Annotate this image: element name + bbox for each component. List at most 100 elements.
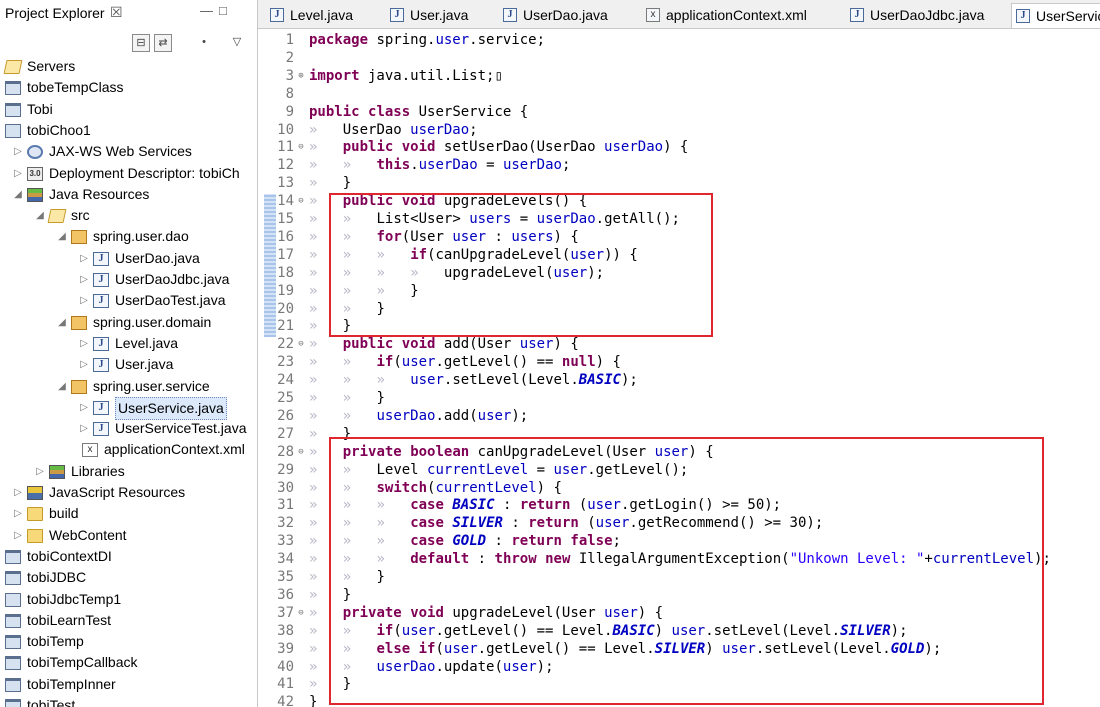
tree-item[interactable]: x applicationContext.xml [0, 439, 257, 460]
collapse-fold-icon[interactable]: ⊖ [295, 604, 307, 622]
tree-item[interactable]: ▷ J Level.java [0, 333, 257, 354]
code-line[interactable]: 12 » » this.userDao = userDao; [258, 156, 1100, 174]
tree-item[interactable]: ◢ spring.user.service [0, 376, 257, 397]
tree-item[interactable]: tobiLearnTest [0, 610, 257, 631]
tree-item[interactable]: ▷ J UserDao.java [0, 248, 257, 269]
tree-item[interactable]: tobeTempClass [0, 77, 257, 98]
tree-item[interactable]: ▷ JavaScript Resources [0, 482, 257, 503]
code-line[interactable]: 37 ⊖» private void upgradeLevel(User user… [258, 604, 1100, 622]
code-line[interactable]: 2 [258, 49, 1100, 67]
collapse-fold-icon[interactable]: ⊖ [295, 192, 307, 210]
collapse-arrow-icon[interactable]: ◢ [57, 376, 67, 397]
collapse-fold-icon[interactable]: ⊖ [295, 443, 307, 461]
code-line[interactable]: 10 » UserDao userDao; [258, 121, 1100, 139]
editor-tab[interactable]: J UserDaoJdbc.java [850, 3, 995, 28]
tree-item[interactable]: ◢ Java Resources [0, 184, 257, 205]
code-line[interactable]: 35 » » } [258, 568, 1100, 586]
tree-item[interactable]: ◢ src [0, 205, 257, 226]
editor-tab[interactable]: J UserServic [1011, 3, 1100, 28]
expand-arrow-icon[interactable]: ▷ [13, 503, 23, 524]
expand-arrow-icon[interactable]: ▷ [13, 482, 23, 503]
collapse-arrow-icon[interactable]: ◢ [57, 312, 67, 333]
code-editor[interactable]: 1 package spring.user.service; 2 3 ⊕ import j… [258, 31, 1100, 707]
editor-tab[interactable]: J User.java [390, 3, 485, 28]
code-line[interactable]: 42} [258, 693, 1100, 707]
collapse-fold-icon[interactable]: ⊖ [295, 138, 307, 156]
tree-item[interactable]: tobiChoo1 [0, 120, 257, 141]
tree-item[interactable]: tobiTempCallback [0, 652, 257, 673]
collapse-arrow-icon[interactable]: ◢ [57, 226, 67, 247]
code-line[interactable]: 28 ⊖» private boolean canUpgradeLevel(Use… [258, 443, 1100, 461]
code-line[interactable]: 29 » » Level currentLevel = user.getLevel… [258, 461, 1100, 479]
code-line[interactable]: 19 » » » } [258, 282, 1100, 300]
expand-arrow-icon[interactable]: ▷ [79, 354, 89, 375]
code-line[interactable]: 26 » » userDao.add(user); [258, 407, 1100, 425]
editor-tab[interactable]: J Level.java [270, 3, 370, 28]
tree-item[interactable]: tobiTempInner [0, 674, 257, 695]
code-line[interactable]: 21 » } [258, 317, 1100, 335]
expand-arrow-icon[interactable]: ▷ [79, 333, 89, 354]
code-line[interactable]: 8 [258, 85, 1100, 103]
tree-item[interactable]: ▷ build [0, 503, 257, 524]
code-line[interactable]: 3 ⊕ import java.util.List;▯ [258, 67, 1100, 85]
code-line[interactable]: 27 » } [258, 425, 1100, 443]
code-line[interactable]: 34 » » » default : throw new IllegalArgum… [258, 550, 1100, 568]
code-line[interactable]: 39 » » else if(user.getLevel() == Level.S… [258, 640, 1100, 658]
close-view-icon[interactable]: ☒ [110, 4, 123, 21]
tree-item[interactable]: ◢ spring.user.dao [0, 226, 257, 247]
focus-icon[interactable]: • [195, 34, 213, 52]
code-line[interactable]: 16 » » for(User user : users) { [258, 228, 1100, 246]
code-line[interactable]: 31 » » » case BASIC : return (user.getLog… [258, 496, 1100, 514]
code-line[interactable]: 17 » » » if(canUpgradeLevel(user)) { [258, 246, 1100, 264]
tree-item[interactable]: tobiContextDI [0, 546, 257, 567]
tree-item[interactable]: tobiTemp [0, 631, 257, 652]
code-line[interactable]: 30 » » switch(currentLevel) { [258, 479, 1100, 497]
tree-item[interactable]: tobiTest [0, 695, 257, 707]
tree-item[interactable]: ▷ Libraries [0, 461, 257, 482]
code-line[interactable]: 25 » » } [258, 389, 1100, 407]
tree-item[interactable]: ▷ WebContent [0, 525, 257, 546]
code-line[interactable]: 36 » } [258, 586, 1100, 604]
tree-item[interactable]: Tobi [0, 99, 257, 120]
expand-arrow-icon[interactable]: ▷ [13, 525, 23, 546]
tree-item[interactable]: tobiJDBC [0, 567, 257, 588]
collapse-all-icon[interactable]: ⊟ [132, 34, 150, 52]
tree-item[interactable]: ▷ JAX-WS Web Services [0, 141, 257, 162]
expand-arrow-icon[interactable]: ▷ [13, 141, 23, 162]
tree-item[interactable]: ▷ J User.java [0, 354, 257, 375]
view-menu-icon[interactable]: ▽ [228, 34, 246, 52]
code-line[interactable]: 41 » } [258, 675, 1100, 693]
code-line[interactable]: 33 » » » case GOLD : return false; [258, 532, 1100, 550]
tree-item[interactable]: tobiJdbcTemp1 [0, 589, 257, 610]
collapse-fold-icon[interactable]: ⊖ [295, 335, 307, 353]
expand-arrow-icon[interactable]: ▷ [79, 248, 89, 269]
code-line[interactable]: 20 » » } [258, 300, 1100, 318]
collapse-arrow-icon[interactable]: ◢ [35, 205, 45, 226]
expand-arrow-icon[interactable]: ▷ [35, 461, 45, 482]
tree-item[interactable]: ▷ J UserServiceTest.java [0, 418, 257, 439]
code-line[interactable]: 1 package spring.user.service; [258, 31, 1100, 49]
code-line[interactable]: 40 » » userDao.update(user); [258, 658, 1100, 676]
editor-tab[interactable]: J UserDao.java [503, 3, 628, 28]
expand-arrow-icon[interactable]: ▷ [13, 163, 23, 184]
code-line[interactable]: 32 » » » case SILVER : return (user.getRe… [258, 514, 1100, 532]
tree-item[interactable]: ◢ spring.user.domain [0, 312, 257, 333]
editor-tab[interactable]: x applicationContext.xml [646, 3, 826, 28]
tree-item[interactable]: ▷ 3.0 Deployment Descriptor: tobiCh [0, 163, 257, 184]
code-line[interactable]: 14 ⊖» public void upgradeLevels() { [258, 192, 1100, 210]
expand-arrow-icon[interactable]: ▷ [79, 269, 89, 290]
code-line[interactable]: 13 » } [258, 174, 1100, 192]
expand-arrow-icon[interactable]: ▷ [79, 397, 89, 418]
code-line[interactable]: 38 » » if(user.getLevel() == Level.BASIC)… [258, 622, 1100, 640]
explorer-title[interactable]: Project Explorer [5, 5, 105, 21]
tree-item[interactable]: Servers [0, 56, 257, 77]
collapse-arrow-icon[interactable]: ◢ [13, 184, 23, 205]
code-line[interactable]: 9 public class UserService { [258, 103, 1100, 121]
minimize-maximize-icon[interactable]: —□ [200, 3, 233, 18]
tree-item[interactable]: ▷ J UserDaoJdbc.java [0, 269, 257, 290]
code-line[interactable]: 18 » » » » upgradeLevel(user); [258, 264, 1100, 282]
expand-arrow-icon[interactable]: ▷ [79, 290, 89, 311]
code-line[interactable]: 11 ⊖» public void setUserDao(UserDao user… [258, 138, 1100, 156]
code-line[interactable]: 15 » » List<User> users = userDao.getAll(… [258, 210, 1100, 228]
code-line[interactable]: 22 ⊖» public void add(User user) { [258, 335, 1100, 353]
